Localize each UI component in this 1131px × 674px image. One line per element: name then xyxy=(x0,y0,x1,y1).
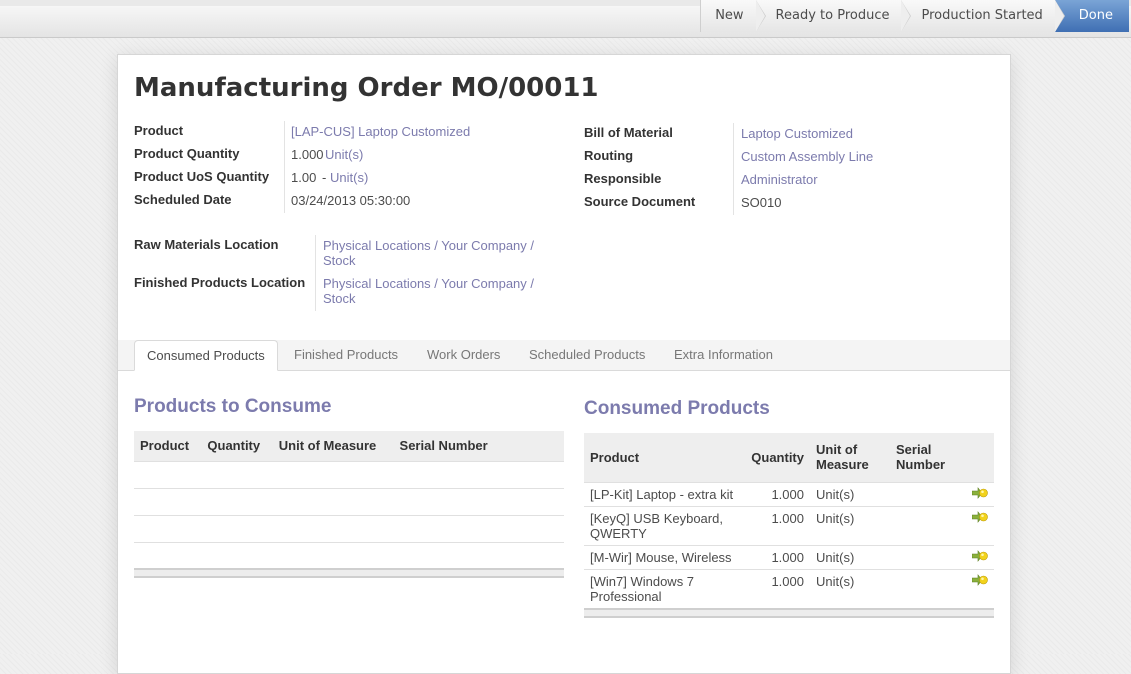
empty-row xyxy=(134,460,564,488)
column-header-quantity[interactable]: Quantity xyxy=(201,431,273,461)
tab-extra-information[interactable]: Extra Information xyxy=(674,340,773,371)
tab-finished-products[interactable]: Finished Products xyxy=(294,340,398,371)
finished-products-location-field[interactable]: Physical Locations / Your Company / Stoc… xyxy=(323,276,553,306)
column-header-unit-of-measure[interactable]: Unit of Measure xyxy=(810,433,890,482)
scheduled-date-value[interactable]: 03/24/2013 05:30:00 xyxy=(291,193,410,208)
column-header-spacer xyxy=(504,431,564,461)
cell-quantity: 1.000 xyxy=(744,568,810,609)
stage-done[interactable]: Done xyxy=(1054,0,1129,32)
cell-product: [LP-Kit] Laptop - extra kit xyxy=(584,481,744,506)
move-product-icon[interactable] xyxy=(972,549,988,562)
stage-production-started[interactable]: Production Started xyxy=(901,0,1066,32)
source-document-label: Source Document xyxy=(584,194,696,209)
notebook-tabs: Consumed Products Finished Products Work… xyxy=(118,340,1010,371)
tab-work-orders[interactable]: Work Orders xyxy=(427,340,500,371)
consumed-products-table: Product Quantity Unit of Measure Serial … xyxy=(584,433,994,618)
tab-scheduled-products[interactable]: Scheduled Products xyxy=(529,340,645,371)
cell-serial xyxy=(890,481,960,506)
product-quantity-label: Product Quantity xyxy=(134,146,240,161)
column-header-unit-of-measure[interactable]: Unit of Measure xyxy=(272,431,394,461)
product-field[interactable]: [LAP-CUS] Laptop Customized xyxy=(291,124,470,139)
routing-label: Routing xyxy=(584,148,634,163)
table-footer xyxy=(584,607,994,618)
cell-action xyxy=(960,505,994,545)
product-quantity-value[interactable]: 1.000 xyxy=(291,147,324,162)
empty-row xyxy=(134,514,564,542)
cell-serial xyxy=(890,544,960,569)
column-header-serial-number[interactable]: Serial Number xyxy=(890,433,960,482)
form-sheet: Manufacturing Order MO/00011 Product [LA… xyxy=(117,54,1011,674)
bom-label: Bill of Material xyxy=(584,125,673,140)
cell-action xyxy=(960,481,994,506)
products-to-consume-title: Products to Consume xyxy=(134,396,332,417)
tab-content: Products to Consume Product Quantity Uni… xyxy=(118,371,1010,671)
cell-action xyxy=(960,544,994,569)
cell-product: [M-Wir] Mouse, Wireless xyxy=(584,544,744,569)
location-divider xyxy=(315,235,316,311)
products-to-consume-table: Product Quantity Unit of Measure Serial … xyxy=(134,431,564,578)
column-header-product[interactable]: Product xyxy=(134,431,202,461)
product-uos-uom[interactable]: Unit(s) xyxy=(330,170,368,185)
column-header-quantity[interactable]: Quantity xyxy=(744,433,810,482)
table-row[interactable]: [LP-Kit] Laptop - extra kit 1.000 Unit(s… xyxy=(584,481,994,506)
column-header-product[interactable]: Product xyxy=(584,433,744,482)
workflow-statusbar: New Ready to Produce Production Started … xyxy=(700,0,1129,32)
cell-product: [KeyQ] USB Keyboard, QWERTY xyxy=(584,505,744,545)
cell-serial xyxy=(890,568,960,609)
raw-materials-location-label: Raw Materials Location xyxy=(134,237,279,252)
stage-ready-to-produce[interactable]: Ready to Produce xyxy=(755,0,912,32)
cell-serial xyxy=(890,505,960,545)
move-product-icon[interactable] xyxy=(972,486,988,499)
page-title: Manufacturing Order MO/00011 xyxy=(134,73,599,103)
cell-action xyxy=(960,568,994,609)
stage-new[interactable]: New xyxy=(701,0,766,32)
product-uos-quantity-label: Product UoS Quantity xyxy=(134,169,270,184)
routing-field[interactable]: Custom Assembly Line xyxy=(741,149,873,164)
left-column-divider xyxy=(284,121,285,213)
product-quantity-uom[interactable]: Unit(s) xyxy=(325,147,363,162)
product-uos-quantity-value[interactable]: 1.00 xyxy=(291,170,316,185)
cell-quantity: 1.000 xyxy=(744,481,810,506)
column-header-action xyxy=(960,433,994,482)
raw-materials-location-field[interactable]: Physical Locations / Your Company / Stoc… xyxy=(323,238,553,268)
finished-products-location-label: Finished Products Location xyxy=(134,275,306,290)
move-product-icon[interactable] xyxy=(972,510,988,523)
right-column-divider xyxy=(733,123,734,215)
empty-row xyxy=(134,487,564,515)
cell-product: [Win7] Windows 7 Professional xyxy=(584,568,744,609)
consumed-products-title: Consumed Products xyxy=(584,398,770,419)
cell-uom: Unit(s) xyxy=(810,481,890,506)
product-label: Product xyxy=(134,123,184,138)
move-product-icon[interactable] xyxy=(972,573,988,586)
cell-quantity: 1.000 xyxy=(744,505,810,545)
bom-field[interactable]: Laptop Customized xyxy=(741,126,853,141)
product-uos-separator: - xyxy=(322,170,327,185)
empty-row xyxy=(134,541,564,569)
source-document-value[interactable]: SO010 xyxy=(741,195,781,210)
scheduled-date-label: Scheduled Date xyxy=(134,192,232,207)
table-row[interactable]: [KeyQ] USB Keyboard, QWERTY 1.000 Unit(s… xyxy=(584,505,994,545)
table-row[interactable]: [M-Wir] Mouse, Wireless 1.000 Unit(s) xyxy=(584,544,994,569)
responsible-label: Responsible xyxy=(584,171,662,186)
cell-uom: Unit(s) xyxy=(810,505,890,545)
table-footer xyxy=(134,568,564,578)
cell-quantity: 1.000 xyxy=(744,544,810,569)
tab-consumed-products[interactable]: Consumed Products xyxy=(134,340,278,371)
cell-uom: Unit(s) xyxy=(810,544,890,569)
responsible-field[interactable]: Administrator xyxy=(741,172,818,187)
cell-uom: Unit(s) xyxy=(810,568,890,609)
table-row[interactable]: [Win7] Windows 7 Professional 1.000 Unit… xyxy=(584,568,994,609)
column-header-serial-number[interactable]: Serial Number xyxy=(393,431,504,461)
